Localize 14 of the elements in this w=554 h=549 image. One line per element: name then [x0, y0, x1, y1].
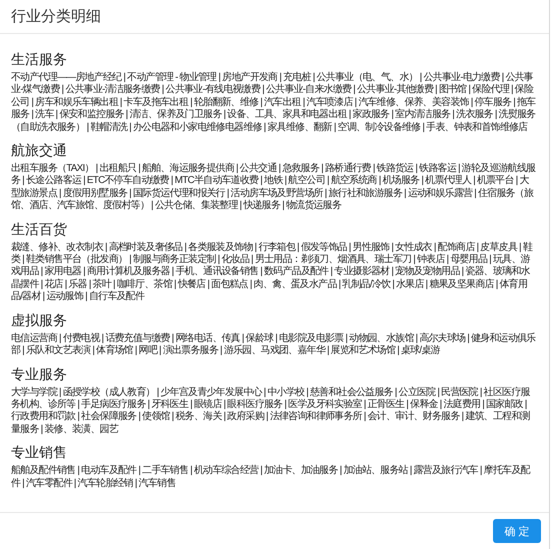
section-title: 生活服务	[11, 50, 68, 68]
category-list: 大学与学院 | 函授学校（成人教育） | 少年宫及青少年发展中心 | 中小学校 | 慈善和社会公益服务 | 公立医院 | 民营医院 | 社区医疗服务机构、诊所等 | 手足病医疗服务 | 牙科医生 | 眼镜店 | 眼科医疗服务 | 医学及牙科实验室 | 正骨医生 | 保释金 | 法庭费用 | 国家邮政 | 行政费用和罚款 | 社会保障服务 | 使领馆 | 税务、海关 | 政府采购 | 法律咨询和律师事务所 | 会计、审计、财务服务 | 建筑、工程和测量服务 | 装修、装潢、园艺	[11, 386, 537, 436]
section-title: 专业销售	[11, 443, 68, 462]
category-list: 电信运营商 | 付费电视 | 话费充值与缴费 | 网络电话、传真 | 保龄球 | 电影院及电影票 | 动物园、水族馆 | 高尔夫球场 | 健身和运动俱乐部 | 乐队和文艺表演 | 体育场馆 | 网吧 | 演出票务服务 | 游乐园、马戏团、嘉年华 | 展览和艺术场馆 | 桌球/桌游	[11, 332, 537, 358]
section-title: 生活百货	[11, 220, 68, 238]
category-list: 不动产代理——房地产经纪 | 不动产管理 - 物业管理 | 房地产开发商 | 充电桩 | 公共事业（电、气、水） | 公共事业-电力缴费 | 公共事业-煤气缴费 | 公共事业-清洁服务缴费 | 公共事业-有线电视缴费 | 公共事业-自来水缴费 | 公共事业-其他缴费 | 图书馆 | 保险代理 | 保险公司 | 房车和娱乐车辆出租 | 卡车及拖车出租 | 轮胎翻新、维修 | 汽车出租 | 汽车喷漆店 | 汽车维修、保养、美容装饰 | 停车服务 | 拖车服务 | 洗车 | 保安和监控服务 | 清洁、保养及门卫服务 | 设备、工具、家具和电器出租 | 家政服务 | 室内清洁服务 | 洗衣服务 | 洗熨服务（自助洗衣服务） | 鞋帽清洗 | 办公电器和小家电维修电器维修 | 家具维修、翻新 | 空调、制冷设备维修 | 手表、钟表和首饰维修店	[11, 72, 537, 134]
category-list: 出租车服务（TAXI） | 出租船只 | 船舶、海运服务提供商 | 公共交通 | 急救服务 | 路桥通行费 | 铁路货运 | 铁路客运 | 游轮及巡游航线服务 | 长途公路客运 | ETC不停车自动缴费 | MTC半自动车道收费 | 地铁 | 航空公司 | 航空系统商 | 机场服务 | 机票代理人 | 机票平台 | 大型旅游景点 | 度假用别墅服务 | 国际货运代理和报关行 | 活动房车场及野营场所 | 旅行社和旅游服务 | 运动和娱乐露营 | 住宿服务（旅馆、酒店、汽车旅馆、度假村等） | 公共仓储、集装整理 | 快递服务 | 物流货运服务	[11, 163, 537, 213]
dialog-title: 行业分类明细	[11, 7, 101, 26]
section-title: 专业服务	[11, 364, 68, 382]
confirm-button[interactable]: 确 定	[493, 519, 541, 543]
section-title: 航旅交通	[11, 141, 68, 160]
category-list: 船舶及配件销售 | 电动车及配件 | 二手车销售 | 机动车综合经营 | 加油卡、加油服务 | 加油站、服务站 | 露营及旅行汽车 | 摩托车及配件 | 汽车零配件 | 汽车轮胎经销 | 汽车销售	[11, 465, 537, 490]
category-list: 裁缝、修补、改衣制衣 | 高档时装及奢侈品 | 各类服装及饰物 | 行李箱包 | 假发等饰品 | 男性服饰 | 女性成衣 | 配饰商店 | 皮草皮具 | 鞋类 | 鞋类销售平台（批发商） | 制服与商务正装定制 | 化妆品 | 男士用品：剃须刀、烟酒具、瑞士军刀 | 钟表店 | 母婴用品 | 玩具、游戏用品 | 家用电器 | 商用计算机及服务器 | 手机、通讯设备销售 | 数码产品及配件 | 专业摄影器材 | 宠物及宠物用品 | 瓷器、玻璃和水晶摆件 | 花店 | 乐器 | 茶叶 | 咖啡厅、茶馆 | 快餐店 | 面包糕点 | 肉、禽、蛋及水产品 | 乳制品/冷饮 | 水果店 | 糖果及坚果商店 | 体育用品/器材 | 运动服饰 | 自行车及配件	[11, 242, 537, 304]
section-title: 虚拟服务	[11, 310, 68, 329]
